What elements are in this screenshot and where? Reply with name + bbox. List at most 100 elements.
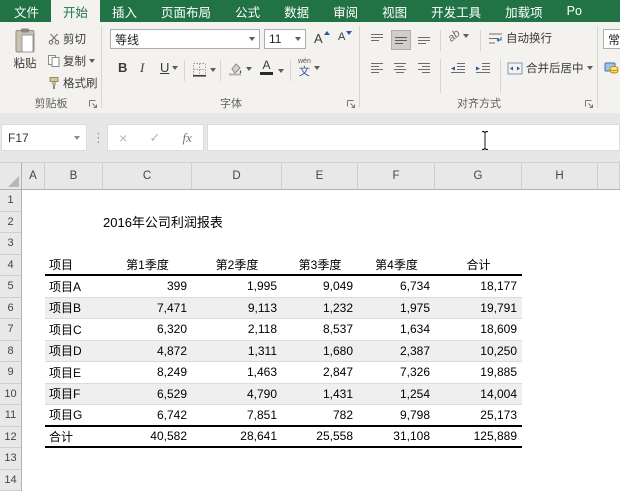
sheet-title-cell[interactable]: 2016年公司利润报表: [103, 212, 223, 234]
select-all-button[interactable]: [0, 163, 22, 189]
row-header[interactable]: 3: [0, 233, 21, 255]
cell[interactable]: 1,634: [358, 322, 435, 336]
row-header[interactable]: 13: [0, 448, 21, 470]
row-header[interactable]: 6: [0, 298, 21, 320]
wrap-text-button[interactable]: 自动换行: [488, 30, 552, 46]
cell[interactable]: 2,847: [282, 365, 358, 379]
cell[interactable]: 14,004: [435, 387, 522, 401]
cell[interactable]: 1,463: [192, 365, 282, 379]
cell[interactable]: 项目E: [45, 364, 103, 381]
row-header[interactable]: 14: [0, 470, 21, 491]
align-middle-button[interactable]: [391, 30, 411, 50]
font-color-button[interactable]: A: [260, 60, 273, 75]
cell[interactable]: 项目C: [45, 321, 103, 338]
ribbon-tab[interactable]: 视图: [370, 0, 419, 22]
column-header[interactable]: G: [435, 163, 522, 189]
cell[interactable]: 19,885: [435, 365, 522, 379]
row-header[interactable]: 9: [0, 362, 21, 384]
ribbon-tab[interactable]: 开发工具: [419, 0, 493, 22]
cell[interactable]: 第1季度: [103, 256, 192, 273]
cell[interactable]: 18,177: [435, 279, 522, 293]
align-center-button[interactable]: [391, 59, 409, 77]
bold-button[interactable]: B: [118, 60, 127, 75]
cells-area[interactable]: 2016年公司利润报表 项目第1季度第2季度第3季度第4季度合计项目A3991,…: [22, 190, 620, 491]
ribbon-tab[interactable]: 页面布局: [149, 0, 223, 22]
formula-bar-drag-handle-icon[interactable]: ⋮: [92, 126, 105, 149]
cell[interactable]: 6,320: [103, 322, 192, 336]
cell[interactable]: 项目A: [45, 278, 103, 295]
cell[interactable]: 4,872: [103, 344, 192, 358]
cell[interactable]: 7,471: [103, 301, 192, 315]
decrease-font-button[interactable]: A: [338, 31, 352, 43]
cell[interactable]: 1,232: [282, 301, 358, 315]
column-header[interactable]: H: [522, 163, 598, 189]
cell[interactable]: 9,113: [192, 301, 282, 315]
cell[interactable]: 28,641: [192, 429, 282, 443]
column-header[interactable]: B: [45, 163, 103, 189]
cell[interactable]: 40,582: [103, 429, 192, 443]
accounting-format-button[interactable]: [603, 60, 620, 76]
cell[interactable]: 1,995: [192, 279, 282, 293]
cell[interactable]: 399: [103, 279, 192, 293]
cell[interactable]: 1,431: [282, 387, 358, 401]
align-left-button[interactable]: [368, 59, 386, 77]
cell[interactable]: 125,889: [435, 429, 522, 443]
phonetic-button[interactable]: wén 文: [298, 58, 320, 78]
ribbon-tab[interactable]: Po: [555, 0, 594, 22]
cell[interactable]: 合计: [45, 428, 103, 445]
cell[interactable]: 项目D: [45, 342, 103, 359]
cell[interactable]: 项目F: [45, 385, 103, 402]
cell[interactable]: 1,311: [192, 344, 282, 358]
decrease-indent-button[interactable]: [448, 59, 468, 77]
cell[interactable]: 第4季度: [358, 256, 435, 273]
row-header[interactable]: 11: [0, 405, 21, 427]
cell[interactable]: 7,326: [358, 365, 435, 379]
ribbon-tab[interactable]: 加载项: [493, 0, 555, 22]
cell[interactable]: 1,975: [358, 301, 435, 315]
column-header[interactable]: [598, 163, 620, 189]
clipboard-dialog-launcher-icon[interactable]: [88, 99, 98, 109]
row-header[interactable]: 1: [0, 190, 21, 212]
cell[interactable]: 7,851: [192, 408, 282, 422]
column-header[interactable]: A: [22, 163, 45, 189]
row-header[interactable]: 10: [0, 384, 21, 406]
insert-function-icon[interactable]: fx: [183, 130, 192, 146]
cell[interactable]: 8,537: [282, 322, 358, 336]
column-header[interactable]: F: [358, 163, 435, 189]
cell[interactable]: 第2季度: [192, 256, 282, 273]
font-dialog-launcher-icon[interactable]: [346, 99, 356, 109]
cell[interactable]: 8,249: [103, 365, 192, 379]
italic-button[interactable]: I: [140, 60, 144, 76]
enter-icon[interactable]: ✓: [149, 130, 160, 146]
row-header[interactable]: 2: [0, 212, 21, 234]
merge-center-button[interactable]: 合并后居中: [507, 60, 593, 76]
cell[interactable]: 2,118: [192, 322, 282, 336]
font-size-combo[interactable]: 11: [264, 29, 306, 49]
column-header[interactable]: D: [192, 163, 282, 189]
fill-color-button[interactable]: [228, 62, 252, 76]
ribbon-tab[interactable]: 审阅: [321, 0, 370, 22]
cell[interactable]: 25,558: [282, 429, 358, 443]
cell[interactable]: 9,049: [282, 279, 358, 293]
borders-button[interactable]: [192, 62, 216, 77]
cell[interactable]: 19,791: [435, 301, 522, 315]
format-painter-button[interactable]: 格式刷: [48, 75, 98, 91]
cut-button[interactable]: 剪切: [48, 31, 86, 47]
ribbon-tab[interactable]: 插入: [100, 0, 149, 22]
cell[interactable]: 6,734: [358, 279, 435, 293]
cell[interactable]: 6,742: [103, 408, 192, 422]
cell[interactable]: 10,250: [435, 344, 522, 358]
formula-input[interactable]: [207, 124, 620, 151]
cell[interactable]: 项目: [45, 256, 103, 273]
underline-button[interactable]: U: [160, 60, 178, 75]
font-name-combo[interactable]: 等线: [110, 29, 260, 49]
align-top-button[interactable]: [368, 30, 386, 48]
cell[interactable]: 9,798: [358, 408, 435, 422]
row-header[interactable]: 5: [0, 276, 21, 298]
copy-button[interactable]: 复制: [48, 53, 95, 69]
cell[interactable]: 第3季度: [282, 256, 358, 273]
cell[interactable]: 6,529: [103, 387, 192, 401]
cell[interactable]: 782: [282, 408, 358, 422]
column-header[interactable]: C: [103, 163, 192, 189]
column-header[interactable]: E: [282, 163, 358, 189]
